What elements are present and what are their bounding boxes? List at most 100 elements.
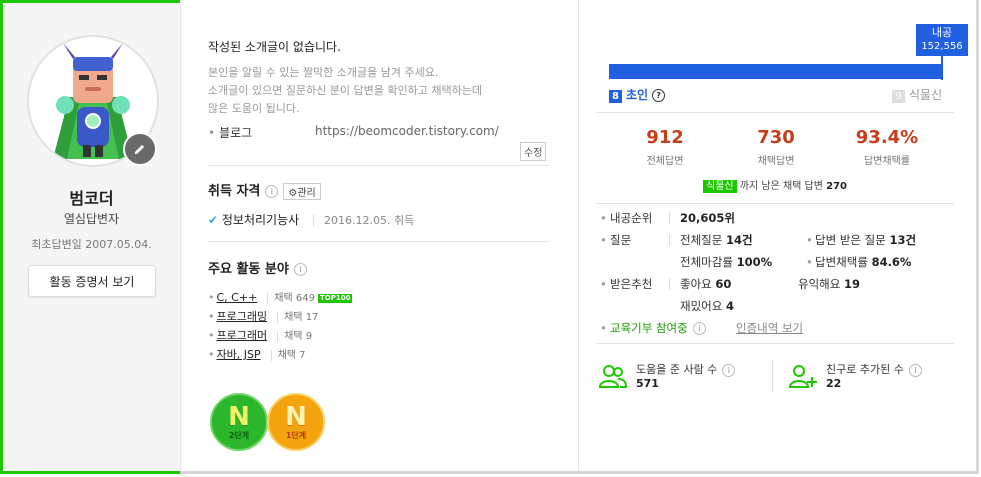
- license-date: 2016.12.05. 취득: [313, 214, 415, 227]
- next-level-remaining: 식물신 까지 남은 채택 답변 270: [596, 177, 954, 193]
- manage-label: 관리: [297, 188, 316, 199]
- level-badge-1[interactable]: N 1단계: [267, 393, 325, 451]
- next-level-text: 까지 남은 채택 답변: [736, 181, 827, 192]
- helped-people: 도움을 준 사람 수 i 571: [598, 361, 768, 393]
- field-link[interactable]: C, C++: [217, 291, 258, 304]
- divider: [596, 343, 954, 344]
- like-label: 좋아요: [680, 277, 712, 291]
- field-link[interactable]: 프로그래머: [217, 329, 268, 342]
- total-questions-label: 전체질문: [680, 233, 723, 247]
- question-row-2: 전체마감률 100% • 답변채택률 84.6%: [596, 253, 956, 271]
- field-link[interactable]: 자바, JSP: [217, 348, 261, 361]
- stat-value: 730: [757, 127, 795, 148]
- current-level-name: 초인: [626, 88, 649, 102]
- edu-row: • 교육기부 참여중 i 인증내역 보기: [596, 319, 956, 337]
- divider: [208, 165, 549, 166]
- next-level-remaining-count: 270: [826, 181, 847, 192]
- divider: [596, 203, 954, 204]
- fun-label: 재밌어요: [680, 299, 723, 313]
- total-questions-value: 14건: [725, 233, 753, 247]
- helped-value: 571: [636, 377, 659, 390]
- separator: [669, 212, 670, 224]
- list-item: • 프로그래밍 채택 17: [208, 307, 352, 326]
- stat-label: 채택답변: [757, 156, 795, 167]
- license-title: 취득 자격 i ⚙관리: [208, 180, 321, 200]
- info-icon[interactable]: i: [265, 185, 279, 198]
- points-label: 내공: [931, 26, 953, 39]
- user-rank: 열심답변자: [63, 212, 120, 226]
- license-title-text: 취득 자격: [208, 184, 261, 199]
- info-icon[interactable]: i: [293, 263, 307, 276]
- activity-certificate-button[interactable]: 활동 증명서 보기: [28, 265, 156, 297]
- recommend-row: • 받은추천 좋아요 60 유익해요 19: [596, 275, 956, 293]
- edit-avatar-button[interactable]: [123, 132, 157, 166]
- friends-label: 친구로 추가된 수: [826, 363, 904, 376]
- manage-license-button[interactable]: ⚙관리: [283, 183, 321, 200]
- info-icon[interactable]: i: [692, 322, 706, 335]
- badge-letter: N: [285, 401, 307, 432]
- edit-intro-button[interactable]: 수정: [520, 142, 547, 161]
- badge-letter: N: [228, 401, 250, 432]
- level-badge-2[interactable]: N 2단계: [210, 393, 268, 451]
- stat-adopt-rate: 93.4% 답변채택률: [837, 127, 937, 167]
- license-item: ✔ 정보처리기능사 2016.12.05. 취득: [208, 211, 415, 228]
- recommend-row-2: 재밌어요 4: [596, 297, 956, 315]
- separator: [772, 360, 773, 392]
- stat-label: 전체답변: [646, 156, 684, 167]
- bullet: •: [208, 348, 215, 361]
- divider: [596, 112, 954, 113]
- blog-url[interactable]: https://beomcoder.tistory.com/: [315, 124, 499, 138]
- stat-value: 93.4%: [855, 127, 919, 148]
- current-level-number: 8: [609, 90, 622, 103]
- intro-help-line: 많은 도움이 됩니다.: [208, 102, 300, 115]
- intro-help-line: 본인을 알릴 수 있는 짤막한 소개글을 남겨 주세요.: [208, 66, 439, 79]
- first-answer-date: 최초답변일 2007.05.04.: [31, 238, 152, 251]
- separator: [669, 278, 670, 290]
- friends-value: 22: [826, 377, 842, 390]
- answered-questions-label: 답변 받은 질문: [815, 233, 886, 247]
- selection-border-bottom: [0, 471, 180, 474]
- bullet: •: [600, 211, 607, 225]
- bullet: •: [208, 329, 215, 342]
- list-item: • 프로그래머 채택 9: [208, 326, 352, 345]
- next-level-pill: 식물신: [703, 180, 737, 193]
- like-value: 60: [715, 277, 732, 291]
- user-name: 범코더: [69, 189, 114, 208]
- blog-label: 블로그: [219, 126, 253, 140]
- info-icon[interactable]: i: [908, 363, 922, 377]
- bullet: •: [600, 321, 607, 335]
- help-icon[interactable]: ?: [652, 89, 666, 102]
- friends-added: 친구로 추가된 수 i 22: [788, 361, 954, 393]
- helped-label: 도움을 준 사람 수: [636, 363, 718, 376]
- edu-label: 교육기부 참여중: [610, 321, 688, 335]
- verified-icon: ✔: [208, 213, 219, 227]
- fields-list: • C, C++ 채택 649 TOP100 • 프로그래밍 채택 17 • 프로그래머 채택…: [208, 288, 353, 364]
- bullet: •: [208, 310, 215, 323]
- field-link[interactable]: 프로그래밍: [217, 310, 268, 323]
- stat-adopted-answers: 730 채택답변: [726, 127, 826, 167]
- column-divider: [578, 0, 579, 471]
- intro-help: 본인을 알릴 수 있는 짤막한 소개글을 남겨 주세요. 소개글이 있으면 질문…: [208, 64, 528, 118]
- edu-history-link[interactable]: 인증내역 보기: [736, 319, 803, 337]
- question-adopt-rate-value: 84.6%: [871, 255, 912, 269]
- rank-label: 내공순위: [610, 211, 653, 225]
- intro-title: 작성된 소개글이 없습니다.: [208, 40, 341, 54]
- divider: [208, 241, 549, 242]
- closed-rate-value: 100%: [736, 255, 773, 269]
- rank-value: 20,605위: [680, 211, 735, 225]
- field-count: 채택 649: [267, 293, 315, 304]
- field-count: 채택 17: [277, 312, 319, 323]
- useful-value: 19: [843, 277, 860, 291]
- stat-value: 912: [646, 127, 684, 148]
- current-level: 8 초인?: [609, 86, 666, 103]
- stat-label: 답변채택률: [864, 156, 910, 167]
- fields-title: 주요 활동 분야 i: [208, 258, 307, 277]
- level-progress-bar: [609, 64, 943, 79]
- bullet: •: [208, 291, 215, 304]
- blog-row: • 블로그 https://beomcoder.tistory.com/: [208, 124, 553, 141]
- pencil-icon: [135, 145, 144, 154]
- field-count: 채택 9: [277, 331, 313, 342]
- bullet: •: [806, 233, 813, 247]
- info-icon[interactable]: i: [722, 363, 736, 377]
- rank-row: • 내공순위 20,605위: [596, 209, 956, 227]
